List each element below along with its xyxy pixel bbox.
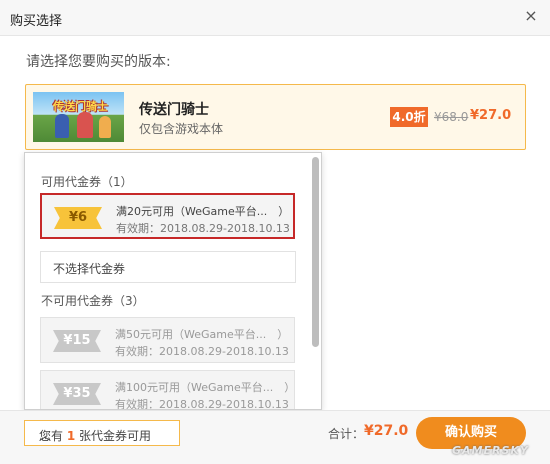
product-option[interactable]: 传送门骑士 传送门骑士 仅包含游戏本体 4.0折 ¥68.0 ¥27.0 <box>25 84 526 150</box>
coupon-validity: 有效期：2018.08.29-2018.10.13 <box>116 222 290 235</box>
no-coupon-label: 不选择代金券 <box>53 262 126 276</box>
game-thumbnail: 传送门骑士 <box>33 92 124 142</box>
coupon-count-text: 您有 1 张代金券可用 <box>39 429 152 443</box>
coupon-validity: 有效期：2018.08.29-2018.10.13 <box>115 345 289 358</box>
watermark: GAMERSKY <box>452 444 529 457</box>
coupon-ticket-icon: ¥6 <box>54 207 102 229</box>
chevron-up-icon: ︿ <box>39 429 52 443</box>
character-figure <box>55 114 69 138</box>
coupon-item-selected[interactable]: ¥6 满20元可用（WeGame平台... ） 有效期：2018.08.29-2… <box>40 193 295 239</box>
close-icon[interactable]: × <box>522 7 540 25</box>
coupon-condition: 满20元可用（WeGame平台... ） <box>116 205 290 218</box>
total-value: ¥27.0 <box>364 423 409 439</box>
coupon-item-disabled: ¥35 满100元可用（WeGame平台... ） 有效期：2018.08.29… <box>40 370 296 410</box>
coupon-ticket-icon: ¥15 <box>53 330 101 352</box>
coupon-count: 1 <box>66 429 76 443</box>
purchase-dialog: 购买选择 × 请选择您要购买的版本: 传送门骑士 传送门骑士 仅包含游戏本体 4… <box>0 0 550 464</box>
unavailable-coupons-title: 不可用代金券（3） <box>41 294 145 308</box>
total-label: 合计： <box>328 427 365 441</box>
coupon-condition: 满100元可用（WeGame平台... ） <box>115 381 296 394</box>
coupon-dropdown[interactable]: 可用代金券（1） ¥6 满20元可用（WeGame平台... ） 有效期：201… <box>24 152 322 410</box>
product-name: 传送门骑士 <box>139 102 209 118</box>
discount-badge: 4.0折 <box>390 107 428 127</box>
coupon-ticket-icon: ¥35 <box>53 383 101 405</box>
available-coupons-title: 可用代金券（1） <box>41 175 133 189</box>
product-subtitle: 仅包含游戏本体 <box>139 122 224 136</box>
coupon-item-disabled: ¥15 满50元可用（WeGame平台... ） 有效期：2018.08.29-… <box>40 317 295 363</box>
coupon-amount: ¥35 <box>63 386 91 401</box>
coupon-validity: 有效期：2018.08.29-2018.10.13 <box>115 398 289 410</box>
original-price: ¥68.0 <box>434 110 469 124</box>
dialog-title: 购买选择 <box>10 14 63 29</box>
title-bar: 购买选择 × <box>0 0 550 36</box>
character-figure <box>99 116 111 138</box>
coupon-toggle[interactable]: 您有 1 张代金券可用 ︿ <box>24 420 180 446</box>
version-prompt: 请选择您要购买的版本: <box>26 54 171 70</box>
character-figure <box>77 112 93 138</box>
sale-price: ¥27.0 <box>470 108 512 123</box>
scrollbar[interactable] <box>312 157 319 347</box>
coupon-condition: 满50元可用（WeGame平台... ） <box>115 328 289 341</box>
coupon-amount: ¥15 <box>63 333 91 348</box>
no-coupon-option[interactable]: 不选择代金券 <box>40 251 296 283</box>
coupon-amount: ¥6 <box>68 210 88 225</box>
